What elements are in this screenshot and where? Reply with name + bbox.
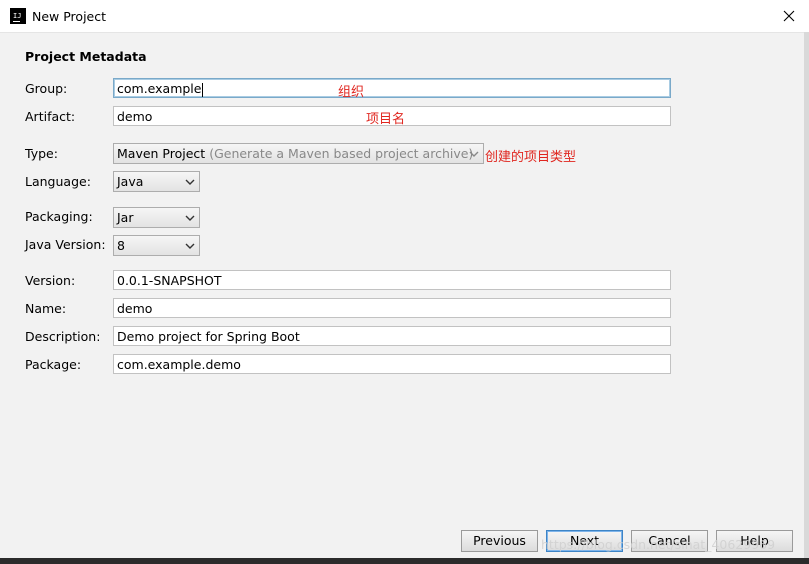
type-select-hint: (Generate a Maven based project archive) (209, 146, 474, 161)
group-annotation: 组织 (338, 85, 365, 100)
chevron-down-icon (185, 215, 195, 221)
type-select[interactable]: Maven Project (Generate a Maven based pr… (113, 143, 484, 164)
previous-button[interactable]: Previous (461, 530, 538, 552)
window-edge (804, 32, 809, 558)
packaging-select-value: Jar (117, 210, 134, 225)
description-input-value: Demo project for Spring Boot (117, 329, 300, 344)
close-icon (783, 10, 795, 22)
packaging-label: Packaging: (25, 209, 93, 224)
intellij-app-icon: IJ (10, 8, 26, 24)
package-input[interactable]: com.example.demo (113, 354, 671, 374)
background-editor-strip (0, 558, 809, 564)
next-button[interactable]: Next (546, 530, 623, 552)
window-title: New Project (32, 9, 107, 24)
description-label: Description: (25, 329, 101, 344)
packaging-select[interactable]: Jar (113, 207, 200, 228)
java-version-select[interactable]: 8 (113, 235, 200, 256)
package-input-value: com.example.demo (117, 357, 241, 372)
version-input[interactable]: 0.0.1-SNAPSHOT (113, 270, 671, 290)
java-version-label: Java Version: (25, 237, 106, 252)
artifact-label: Artifact: (25, 109, 76, 124)
type-select-value: Maven Project (117, 146, 206, 161)
type-annotation: 创建的项目类型 (485, 150, 577, 165)
group-label: Group: (25, 81, 68, 96)
close-button[interactable] (769, 0, 809, 32)
text-caret (202, 82, 204, 97)
language-select[interactable]: Java (113, 171, 200, 192)
name-input-value: demo (117, 301, 153, 316)
language-select-value: Java (117, 174, 144, 189)
chevron-down-icon (469, 151, 479, 157)
group-input[interactable]: com.example (113, 78, 671, 98)
artifact-annotation: 项目名 (366, 112, 406, 127)
artifact-input-value: demo (117, 109, 153, 124)
version-input-value: 0.0.1-SNAPSHOT (117, 273, 222, 288)
help-button[interactable]: Help (716, 530, 793, 552)
name-input[interactable]: demo (113, 298, 671, 318)
cancel-button[interactable]: Cancel (631, 530, 708, 552)
version-label: Version: (25, 273, 76, 288)
title-bar: IJ New Project (0, 0, 809, 33)
description-input[interactable]: Demo project for Spring Boot (113, 326, 671, 346)
java-version-select-value: 8 (117, 238, 125, 253)
name-label: Name: (25, 301, 67, 316)
chevron-down-icon (185, 243, 195, 249)
group-input-value: com.example (117, 81, 202, 96)
package-label: Package: (25, 357, 82, 372)
chevron-down-icon (185, 179, 195, 185)
type-label: Type: (25, 146, 58, 161)
language-label: Language: (25, 174, 91, 189)
section-title: Project Metadata (25, 49, 147, 64)
